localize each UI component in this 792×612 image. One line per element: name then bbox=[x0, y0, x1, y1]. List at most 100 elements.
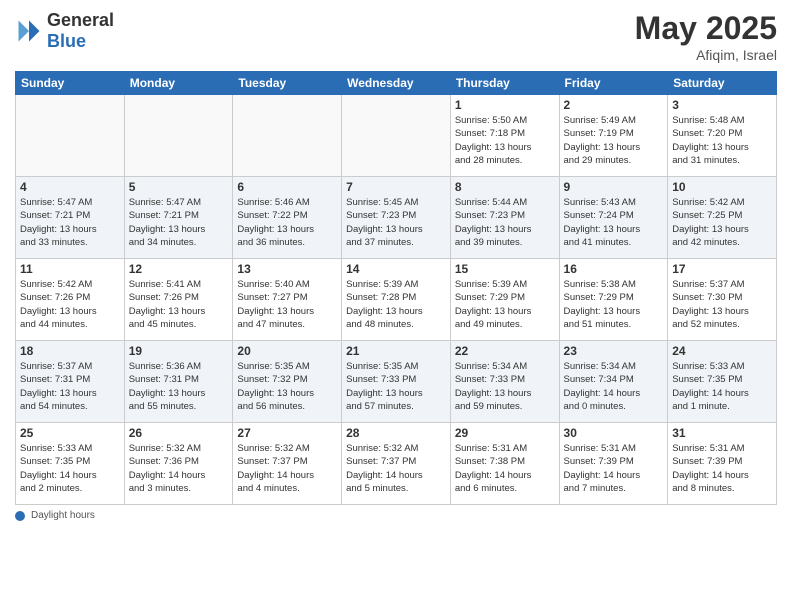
day-info: Sunrise: 5:34 AM Sunset: 7:34 PM Dayligh… bbox=[564, 360, 664, 413]
day-number: 12 bbox=[129, 262, 229, 276]
day-info: Sunrise: 5:41 AM Sunset: 7:26 PM Dayligh… bbox=[129, 278, 229, 331]
calendar-week-row: 18 Sunrise: 5:37 AM Sunset: 7:31 PM Dayli… bbox=[16, 341, 777, 423]
day-number: 2 bbox=[564, 98, 664, 112]
footer-label: Daylight hours bbox=[31, 510, 95, 521]
day-number: 8 bbox=[455, 180, 555, 194]
day-number: 13 bbox=[237, 262, 337, 276]
title-location: Afiqim, Israel bbox=[635, 47, 777, 63]
day-number: 23 bbox=[564, 344, 664, 358]
day-info: Sunrise: 5:40 AM Sunset: 7:27 PM Dayligh… bbox=[237, 278, 337, 331]
day-number: 3 bbox=[672, 98, 772, 112]
day-of-week-header: Thursday bbox=[450, 72, 559, 95]
calendar-day-cell: 3 Sunrise: 5:48 AM Sunset: 7:20 PM Daylig… bbox=[668, 95, 777, 177]
calendar-table: SundayMondayTuesdayWednesdayThursdayFrid… bbox=[15, 71, 777, 505]
day-info: Sunrise: 5:32 AM Sunset: 7:37 PM Dayligh… bbox=[346, 442, 446, 495]
day-info: Sunrise: 5:35 AM Sunset: 7:33 PM Dayligh… bbox=[346, 360, 446, 413]
day-info: Sunrise: 5:38 AM Sunset: 7:29 PM Dayligh… bbox=[564, 278, 664, 331]
logo: General Blue bbox=[15, 10, 114, 51]
calendar-day-cell: 8 Sunrise: 5:44 AM Sunset: 7:23 PM Daylig… bbox=[450, 177, 559, 259]
title-block: May 2025 Afiqim, Israel bbox=[635, 10, 777, 63]
day-info: Sunrise: 5:32 AM Sunset: 7:37 PM Dayligh… bbox=[237, 442, 337, 495]
day-number: 1 bbox=[455, 98, 555, 112]
day-of-week-header: Saturday bbox=[668, 72, 777, 95]
calendar-day-cell: 24Sunrise: 5:33 AM Sunset: 7:35 PM Dayli… bbox=[668, 341, 777, 423]
calendar-day-cell: 10Sunrise: 5:42 AM Sunset: 7:25 PM Dayli… bbox=[668, 177, 777, 259]
day-info: Sunrise: 5:34 AM Sunset: 7:33 PM Dayligh… bbox=[455, 360, 555, 413]
calendar-week-row: 4 Sunrise: 5:47 AM Sunset: 7:21 PM Daylig… bbox=[16, 177, 777, 259]
day-info: Sunrise: 5:42 AM Sunset: 7:25 PM Dayligh… bbox=[672, 196, 772, 249]
day-info: Sunrise: 5:35 AM Sunset: 7:32 PM Dayligh… bbox=[237, 360, 337, 413]
calendar-day-cell: 30 Sunrise: 5:31 AM Sunset: 7:39 PM Dayli… bbox=[559, 423, 668, 505]
day-info: Sunrise: 5:31 AM Sunset: 7:39 PM Dayligh… bbox=[672, 442, 772, 495]
calendar-day-cell: 17 Sunrise: 5:37 AM Sunset: 7:30 PM Dayli… bbox=[668, 259, 777, 341]
day-number: 9 bbox=[564, 180, 664, 194]
calendar-day-cell: 20 Sunrise: 5:35 AM Sunset: 7:32 PM Dayli… bbox=[233, 341, 342, 423]
calendar-week-row: 25 Sunrise: 5:33 AM Sunset: 7:35 PM Dayli… bbox=[16, 423, 777, 505]
calendar-header-row: SundayMondayTuesdayWednesdayThursdayFrid… bbox=[16, 72, 777, 95]
title-month-year: May 2025 bbox=[635, 10, 777, 47]
day-number: 22 bbox=[455, 344, 555, 358]
calendar-day-cell: 31 Sunrise: 5:31 AM Sunset: 7:39 PM Dayli… bbox=[668, 423, 777, 505]
day-info: Sunrise: 5:44 AM Sunset: 7:23 PM Dayligh… bbox=[455, 196, 555, 249]
calendar-day-cell: 16 Sunrise: 5:38 AM Sunset: 7:29 PM Dayli… bbox=[559, 259, 668, 341]
day-number: 24 bbox=[672, 344, 772, 358]
day-info: Sunrise: 5:47 AM Sunset: 7:21 PM Dayligh… bbox=[129, 196, 229, 249]
day-number: 30 bbox=[564, 426, 664, 440]
calendar-day-cell: 19 Sunrise: 5:36 AM Sunset: 7:31 PM Dayli… bbox=[124, 341, 233, 423]
day-number: 11 bbox=[20, 262, 120, 276]
day-number: 17 bbox=[672, 262, 772, 276]
day-info: Sunrise: 5:47 AM Sunset: 7:21 PM Dayligh… bbox=[20, 196, 120, 249]
calendar-day-cell: 1 Sunrise: 5:50 AM Sunset: 7:18 PM Daylig… bbox=[450, 95, 559, 177]
day-number: 5 bbox=[129, 180, 229, 194]
calendar-day-cell: 29Sunrise: 5:31 AM Sunset: 7:38 PM Dayli… bbox=[450, 423, 559, 505]
day-info: Sunrise: 5:36 AM Sunset: 7:31 PM Dayligh… bbox=[129, 360, 229, 413]
day-number: 14 bbox=[346, 262, 446, 276]
calendar-day-cell: 7Sunrise: 5:45 AM Sunset: 7:23 PM Daylig… bbox=[342, 177, 451, 259]
day-info: Sunrise: 5:37 AM Sunset: 7:30 PM Dayligh… bbox=[672, 278, 772, 331]
day-of-week-header: Friday bbox=[559, 72, 668, 95]
day-number: 19 bbox=[129, 344, 229, 358]
calendar-day-cell: 14 Sunrise: 5:39 AM Sunset: 7:28 PM Dayli… bbox=[342, 259, 451, 341]
day-info: Sunrise: 5:37 AM Sunset: 7:31 PM Dayligh… bbox=[20, 360, 120, 413]
day-of-week-header: Tuesday bbox=[233, 72, 342, 95]
calendar-day-cell: 26Sunrise: 5:32 AM Sunset: 7:36 PM Dayli… bbox=[124, 423, 233, 505]
day-info: Sunrise: 5:42 AM Sunset: 7:26 PM Dayligh… bbox=[20, 278, 120, 331]
day-info: Sunrise: 5:33 AM Sunset: 7:35 PM Dayligh… bbox=[20, 442, 120, 495]
day-info: Sunrise: 5:46 AM Sunset: 7:22 PM Dayligh… bbox=[237, 196, 337, 249]
logo-general: General bbox=[47, 10, 114, 31]
calendar-day-cell: 12 Sunrise: 5:41 AM Sunset: 7:26 PM Dayli… bbox=[124, 259, 233, 341]
calendar-day-cell: 6 Sunrise: 5:46 AM Sunset: 7:22 PM Daylig… bbox=[233, 177, 342, 259]
day-number: 15 bbox=[455, 262, 555, 276]
calendar-day-cell: 15Sunrise: 5:39 AM Sunset: 7:29 PM Dayli… bbox=[450, 259, 559, 341]
day-info: Sunrise: 5:50 AM Sunset: 7:18 PM Dayligh… bbox=[455, 114, 555, 167]
calendar-day-cell bbox=[124, 95, 233, 177]
day-number: 27 bbox=[237, 426, 337, 440]
day-number: 4 bbox=[20, 180, 120, 194]
day-number: 7 bbox=[346, 180, 446, 194]
day-info: Sunrise: 5:43 AM Sunset: 7:24 PM Dayligh… bbox=[564, 196, 664, 249]
calendar-day-cell: 23 Sunrise: 5:34 AM Sunset: 7:34 PM Dayli… bbox=[559, 341, 668, 423]
footer-dot-icon bbox=[15, 511, 25, 521]
day-number: 25 bbox=[20, 426, 120, 440]
day-number: 18 bbox=[20, 344, 120, 358]
calendar-day-cell: 18 Sunrise: 5:37 AM Sunset: 7:31 PM Dayli… bbox=[16, 341, 125, 423]
day-number: 28 bbox=[346, 426, 446, 440]
calendar-day-cell: 5 Sunrise: 5:47 AM Sunset: 7:21 PM Daylig… bbox=[124, 177, 233, 259]
calendar-day-cell: 21Sunrise: 5:35 AM Sunset: 7:33 PM Dayli… bbox=[342, 341, 451, 423]
calendar-day-cell bbox=[16, 95, 125, 177]
calendar-day-cell: 28 Sunrise: 5:32 AM Sunset: 7:37 PM Dayli… bbox=[342, 423, 451, 505]
day-info: Sunrise: 5:48 AM Sunset: 7:20 PM Dayligh… bbox=[672, 114, 772, 167]
day-number: 16 bbox=[564, 262, 664, 276]
day-number: 6 bbox=[237, 180, 337, 194]
logo-icon bbox=[15, 17, 43, 45]
day-of-week-header: Wednesday bbox=[342, 72, 451, 95]
day-info: Sunrise: 5:39 AM Sunset: 7:28 PM Dayligh… bbox=[346, 278, 446, 331]
calendar-day-cell: 22 Sunrise: 5:34 AM Sunset: 7:33 PM Dayli… bbox=[450, 341, 559, 423]
calendar-day-cell: 25 Sunrise: 5:33 AM Sunset: 7:35 PM Dayli… bbox=[16, 423, 125, 505]
day-of-week-header: Monday bbox=[124, 72, 233, 95]
day-number: 20 bbox=[237, 344, 337, 358]
day-number: 31 bbox=[672, 426, 772, 440]
day-info: Sunrise: 5:31 AM Sunset: 7:39 PM Dayligh… bbox=[564, 442, 664, 495]
calendar-day-cell: 27 Sunrise: 5:32 AM Sunset: 7:37 PM Dayli… bbox=[233, 423, 342, 505]
calendar-week-row: 1 Sunrise: 5:50 AM Sunset: 7:18 PM Daylig… bbox=[16, 95, 777, 177]
